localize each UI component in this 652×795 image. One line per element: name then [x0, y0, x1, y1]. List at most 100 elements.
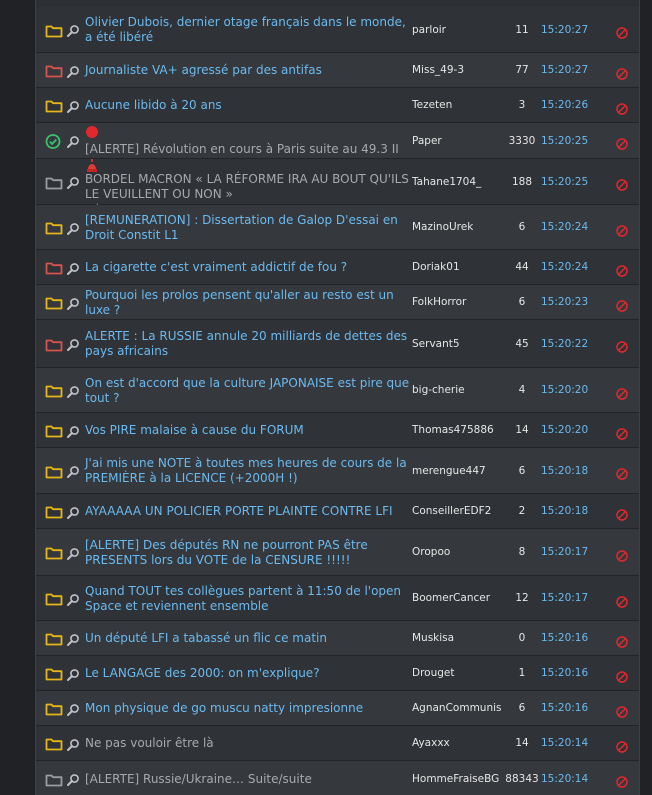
- topic-title-link[interactable]: On est d'accord que la culture JAPONAISE…: [85, 368, 413, 413]
- topic-row[interactable]: [REMUNERATION] : Dissertation de Galop D…: [36, 205, 639, 250]
- topic-row[interactable]: Olivier Dubois, dernier otage français d…: [36, 7, 639, 53]
- topic-title-link[interactable]: La cigarette c'est vraiment addictif de …: [85, 250, 413, 285]
- topic-last-post-time[interactable]: 15:20:16: [541, 667, 591, 679]
- magnifier-icon[interactable]: [66, 99, 80, 113]
- topic-last-post-time[interactable]: 15:20:25: [541, 135, 591, 147]
- delete-button[interactable]: [616, 547, 628, 562]
- topic-author[interactable]: FolkHorror: [412, 296, 507, 308]
- topic-title-link[interactable]: Un député LFI a tabassé un flic ce matin: [85, 621, 413, 656]
- delete-button[interactable]: [616, 222, 628, 237]
- topic-last-post-time[interactable]: 15:20:24: [541, 221, 591, 233]
- topic-last-post-time[interactable]: 15:20:14: [541, 737, 591, 749]
- magnifier-icon[interactable]: [66, 175, 80, 189]
- topic-author[interactable]: merengue447: [412, 465, 507, 477]
- topic-author[interactable]: AgnanCommunis: [412, 702, 507, 714]
- topic-title-link[interactable]: J'ai mis une NOTE à toutes mes heures de…: [85, 448, 413, 494]
- magnifier-icon[interactable]: [66, 337, 80, 351]
- topic-last-post-time[interactable]: 15:20:16: [541, 702, 591, 714]
- topic-author[interactable]: parloir: [412, 24, 507, 36]
- topic-row[interactable]: BORDEL MACRON « LA RÉFORME IRA AU BOUT Q…: [36, 159, 639, 215]
- magnifier-icon[interactable]: [66, 667, 80, 681]
- topic-title-link[interactable]: Aucune libido à 20 ans: [85, 88, 413, 123]
- magnifier-icon[interactable]: [66, 737, 80, 751]
- magnifier-icon[interactable]: [66, 221, 80, 235]
- topic-author[interactable]: Servant5: [412, 338, 507, 350]
- magnifier-icon[interactable]: [66, 424, 80, 438]
- topic-row[interactable]: Vos PIRE malaise à cause du FORUM Thomas4…: [36, 413, 639, 448]
- delete-button[interactable]: [616, 338, 628, 353]
- topic-author[interactable]: ConseillerEDF2: [412, 505, 507, 517]
- topic-title-link[interactable]: Mon physique de go muscu natty impresion…: [85, 691, 413, 726]
- topic-last-post-time[interactable]: 15:20:26: [541, 99, 591, 111]
- delete-button[interactable]: [616, 262, 628, 277]
- topic-author[interactable]: HommeFraiseBG: [412, 773, 507, 785]
- topic-author[interactable]: Paper: [412, 135, 507, 147]
- topic-title-link[interactable]: [REMUNERATION] : Dissertation de Galop D…: [85, 205, 413, 250]
- topic-row[interactable]: Mon physique de go muscu natty impresion…: [36, 691, 639, 726]
- topic-row[interactable]: On est d'accord que la culture JAPONAISE…: [36, 368, 639, 413]
- magnifier-icon[interactable]: [66, 134, 80, 148]
- delete-button[interactable]: [616, 773, 628, 788]
- delete-button[interactable]: [616, 65, 628, 80]
- delete-button[interactable]: [616, 633, 628, 648]
- topic-title-link[interactable]: [ALERTE] Des députés RN ne pourront PAS …: [85, 529, 413, 576]
- topic-row[interactable]: Ne pas vouloir être là Ayaxxx 14 15:20:14: [36, 726, 639, 761]
- delete-button[interactable]: [616, 703, 628, 718]
- topic-author[interactable]: Tahane1704_: [412, 176, 507, 188]
- magnifier-icon[interactable]: [66, 702, 80, 716]
- topic-title-link[interactable]: ALERTE : La RUSSIE annule 20 milliards d…: [85, 320, 413, 368]
- topic-title-link[interactable]: Olivier Dubois, dernier otage français d…: [85, 7, 413, 53]
- delete-button[interactable]: [616, 506, 628, 521]
- topic-row[interactable]: ALERTE : La RUSSIE annule 20 milliards d…: [36, 320, 639, 368]
- topic-author[interactable]: Oropoo: [412, 546, 507, 558]
- magnifier-icon[interactable]: [66, 261, 80, 275]
- topic-last-post-time[interactable]: 15:20:22: [541, 338, 591, 350]
- delete-button[interactable]: [616, 593, 628, 608]
- magnifier-icon[interactable]: [66, 296, 80, 310]
- topic-last-post-time[interactable]: 15:20:18: [541, 465, 591, 477]
- magnifier-icon[interactable]: [66, 505, 80, 519]
- topic-row[interactable]: [ALERTE] Des députés RN ne pourront PAS …: [36, 529, 639, 576]
- delete-button[interactable]: [616, 668, 628, 683]
- topic-author[interactable]: BoomerCancer: [412, 592, 507, 604]
- topic-last-post-time[interactable]: 15:20:20: [541, 424, 591, 436]
- magnifier-icon[interactable]: [66, 464, 80, 478]
- delete-button[interactable]: [616, 465, 628, 480]
- topic-title-link[interactable]: BORDEL MACRON « LA RÉFORME IRA AU BOUT Q…: [85, 159, 413, 215]
- topic-last-post-time[interactable]: 15:20:27: [541, 24, 591, 36]
- topic-author[interactable]: Muskisa: [412, 632, 507, 644]
- delete-button[interactable]: [616, 176, 628, 191]
- topic-row[interactable]: AYAAAAA UN POLICIER PORTE PLAINTE CONTRE…: [36, 494, 639, 529]
- topic-row[interactable]: Aucune libido à 20 ans Tezeten 3 15:20:26: [36, 88, 639, 123]
- topic-title-link[interactable]: Pourquoi les prolos pensent qu'aller au …: [85, 285, 413, 320]
- topic-last-post-time[interactable]: 15:20:14: [541, 773, 591, 785]
- topic-row[interactable]: Un député LFI a tabassé un flic ce matin…: [36, 621, 639, 656]
- topic-title-link[interactable]: Vos PIRE malaise à cause du FORUM: [85, 413, 413, 448]
- topic-title-link[interactable]: [ALERTE] Révolution en cours à Paris sui…: [85, 123, 413, 159]
- topic-last-post-time[interactable]: 15:20:16: [541, 632, 591, 644]
- topic-title-link[interactable]: Journaliste VA+ agressé par des antifas: [85, 53, 413, 88]
- topic-title-link[interactable]: Le LANGAGE des 2000: on m'explique?: [85, 656, 413, 691]
- topic-last-post-time[interactable]: 15:20:17: [541, 592, 591, 604]
- topic-last-post-time[interactable]: 15:20:24: [541, 261, 591, 273]
- delete-button[interactable]: [616, 738, 628, 753]
- topic-row[interactable]: [ALERTE] Russie/Ukraine… Suite/suite Homm…: [36, 761, 639, 795]
- topic-author[interactable]: Drouget: [412, 667, 507, 679]
- topic-author[interactable]: MazinoUrek: [412, 221, 507, 233]
- topic-author[interactable]: big-cherie: [412, 384, 507, 396]
- topic-last-post-time[interactable]: 15:20:18: [541, 505, 591, 517]
- topic-author[interactable]: Thomas475886: [412, 424, 507, 436]
- topic-row[interactable]: Pourquoi les prolos pensent qu'aller au …: [36, 285, 639, 320]
- magnifier-icon[interactable]: [66, 546, 80, 560]
- topic-row[interactable]: J'ai mis une NOTE à toutes mes heures de…: [36, 448, 639, 494]
- delete-button[interactable]: [616, 100, 628, 115]
- topic-row[interactable]: Le LANGAGE des 2000: on m'explique? Droug…: [36, 656, 639, 691]
- magnifier-icon[interactable]: [66, 23, 80, 37]
- topic-title-link[interactable]: Ne pas vouloir être là: [85, 726, 413, 761]
- topic-row[interactable]: [ALERTE] Révolution en cours à Paris sui…: [36, 123, 639, 159]
- magnifier-icon[interactable]: [66, 592, 80, 606]
- delete-button[interactable]: [616, 385, 628, 400]
- topic-author[interactable]: Tezeten: [412, 99, 507, 111]
- topic-row[interactable]: Journaliste VA+ agressé par des antifas M…: [36, 53, 639, 88]
- delete-button[interactable]: [616, 425, 628, 440]
